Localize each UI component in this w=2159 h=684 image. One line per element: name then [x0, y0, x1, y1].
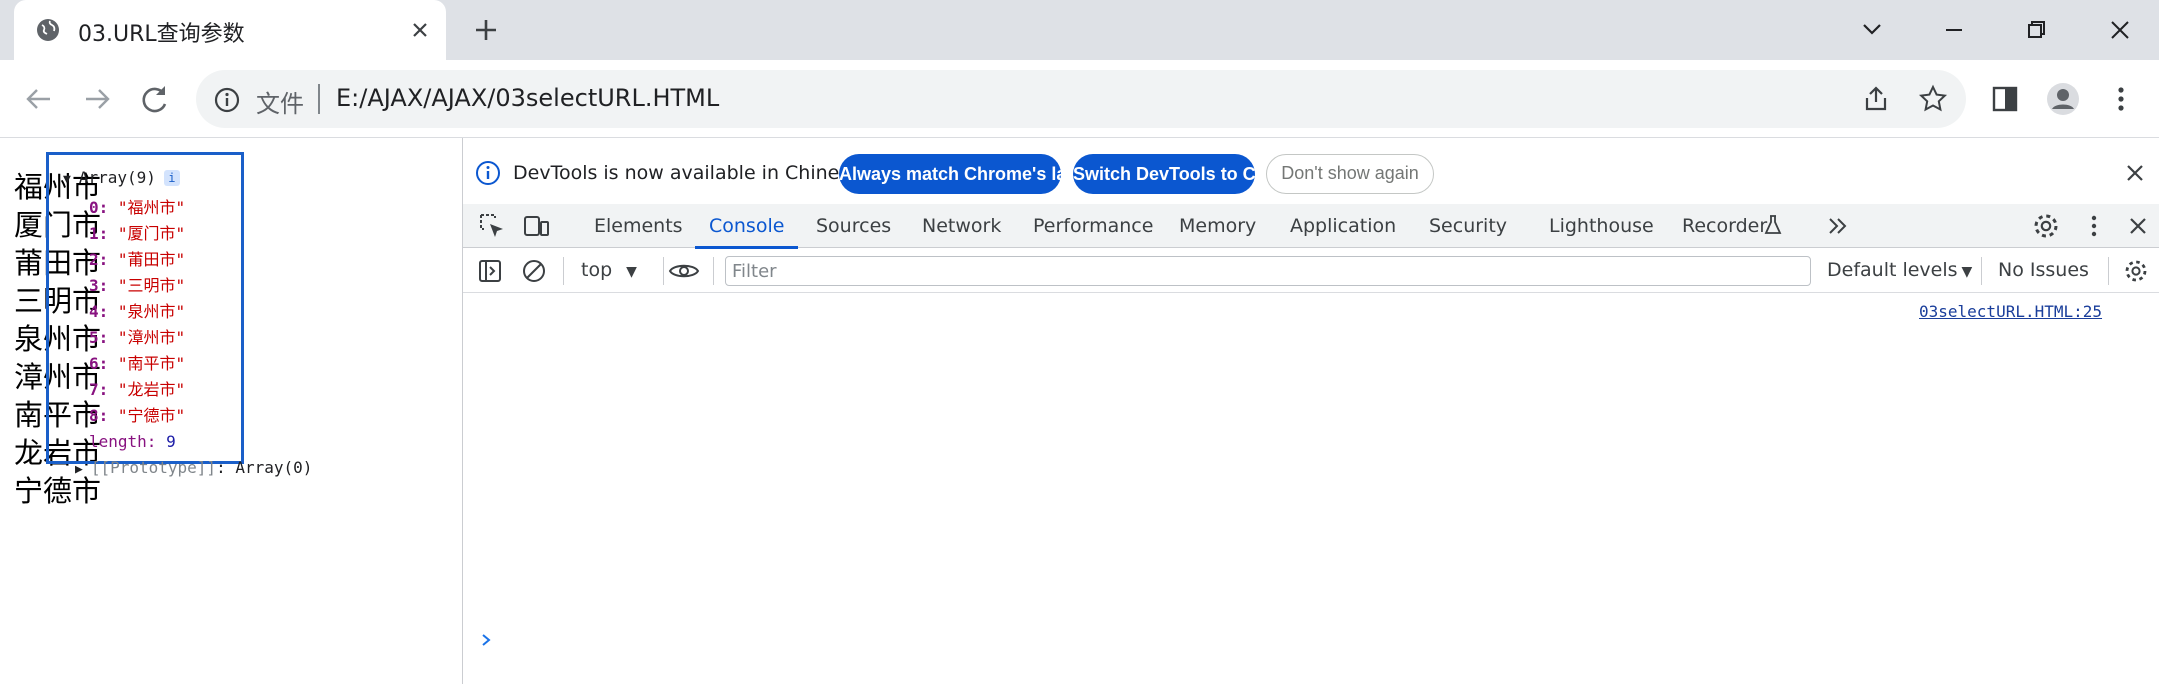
- tab-strip: 03.URL查询参数: [0, 0, 2159, 60]
- tab-lighthouse[interactable]: Lighthouse: [1549, 204, 1654, 248]
- omnibox-separator: [318, 84, 320, 114]
- console-toolbar: top▼ Default levels▼ No Issues: [463, 249, 2159, 293]
- infobar-message: DevTools is now available in Chinese!: [513, 162, 869, 184]
- flask-icon: [1764, 215, 1782, 234]
- toolbar-divider: [1981, 257, 1982, 285]
- url-scheme-label: 文件: [256, 90, 304, 118]
- prototype-row[interactable]: ▶ [[Prototype]]: Array(0): [75, 455, 312, 481]
- array-entry: 3: "三明市": [89, 276, 186, 295]
- tab-sources[interactable]: Sources: [816, 204, 891, 248]
- toolbar-divider: [563, 257, 564, 285]
- restore-icon[interactable]: [2016, 12, 2056, 48]
- dropdown-arrow-icon: ▼: [626, 264, 637, 280]
- forward-icon[interactable]: [78, 80, 116, 118]
- close-infobar-icon[interactable]: [2123, 161, 2147, 185]
- always-match-language-button[interactable]: Always match Chrome's language: [839, 154, 1130, 194]
- inspect-element-icon[interactable]: [477, 211, 507, 241]
- toolbar-divider: [663, 257, 664, 285]
- tab-search-chevron-icon[interactable]: [1852, 12, 1892, 48]
- array-entry: 6: "南平市": [89, 354, 186, 373]
- array-entry: 1: "厦门市": [89, 224, 186, 243]
- context-value: top: [581, 259, 613, 281]
- browser-toolbar: 文件 E:/AJAX/AJAX/03selectURL.HTML: [0, 60, 2159, 138]
- dropdown-arrow-icon: ▼: [1961, 264, 1973, 280]
- profile-avatar-icon[interactable]: [2046, 82, 2080, 116]
- bookmark-star-icon[interactable]: [1918, 84, 1948, 114]
- reload-icon[interactable]: [136, 80, 174, 118]
- url-text[interactable]: E:/AJAX/AJAX/03selectURL.HTML: [336, 84, 719, 112]
- tab-console[interactable]: Console: [694, 204, 799, 249]
- highlighted-array-box: ▼ Array(9) i 0: "福州市" 1: "厦门市" 2: "莆田市" 3:…: [46, 152, 312, 477]
- tab-security[interactable]: Security: [1429, 204, 1507, 248]
- show-sidebar-icon[interactable]: [477, 258, 503, 284]
- issues-counter[interactable]: No Issues: [1998, 259, 2089, 281]
- levels-value: Default levels: [1827, 259, 1958, 281]
- context-selector[interactable]: top ▼: [581, 259, 637, 281]
- array-entry: 0: "福州市": [89, 198, 186, 217]
- live-expression-eye-icon[interactable]: [667, 258, 701, 284]
- clear-console-icon[interactable]: [521, 258, 547, 284]
- console-prompt-chevron-icon[interactable]: [478, 632, 494, 648]
- array-length-row: length: 9: [89, 432, 176, 451]
- settings-gear-icon[interactable]: [2031, 211, 2061, 241]
- tab-network[interactable]: Network: [922, 204, 1001, 248]
- globe-icon: [37, 19, 59, 41]
- close-devtools-icon[interactable]: [2123, 211, 2153, 241]
- back-icon[interactable]: [20, 80, 58, 118]
- array-entry: 8: "宁德市": [89, 406, 186, 425]
- log-levels-dropdown[interactable]: Default levels ▼: [1827, 259, 1972, 281]
- tab-elements[interactable]: Elements: [594, 204, 683, 248]
- console-output: 03selectURL.HTML:25 ▼ Array(9) i 0: "福州市" …: [46, 152, 2159, 684]
- tab-application[interactable]: Application: [1290, 204, 1396, 248]
- array-entry: 7: "龙岩市": [89, 380, 186, 399]
- devtools-tab-bar: Elements Console Sources Network Perform…: [463, 204, 2159, 249]
- info-icon: [476, 161, 500, 185]
- tab-memory[interactable]: Memory: [1179, 204, 1256, 248]
- share-icon[interactable]: [1861, 84, 1891, 114]
- info-badge[interactable]: i: [163, 170, 180, 186]
- more-tabs-chevron-icon[interactable]: [1823, 211, 1853, 241]
- expand-triangle-icon[interactable]: ▼: [63, 172, 71, 187]
- new-tab-icon[interactable]: [470, 14, 502, 46]
- close-window-icon[interactable]: [2100, 12, 2140, 48]
- language-infobar: DevTools is now available in Chinese! Al…: [463, 152, 2159, 194]
- switch-to-chinese-button[interactable]: Switch DevTools to Chinese: [1073, 154, 1313, 194]
- toolbar-divider: [713, 257, 714, 285]
- devtools-menu-icon[interactable]: [2079, 211, 2109, 241]
- tab-performance[interactable]: Performance: [1033, 204, 1153, 248]
- address-bar[interactable]: 文件 E:/AJAX/AJAX/03selectURL.HTML: [196, 70, 1966, 128]
- array-label: Array(9): [78, 168, 156, 187]
- collapse-triangle-icon[interactable]: ▶: [75, 462, 83, 477]
- device-toolbar-icon[interactable]: [521, 211, 551, 241]
- dont-show-again-button[interactable]: Don't show again: [1266, 154, 1434, 194]
- array-entries: 0: "福州市" 1: "厦门市" 2: "莆田市" 3: "三明市" 4: "…: [89, 195, 185, 429]
- tab-title: 03.URL查询参数: [78, 22, 245, 47]
- array-entry: 4: "泉州市": [89, 302, 186, 321]
- array-entry: 5: "漳州市": [89, 328, 186, 347]
- toolbar-divider: [2108, 257, 2109, 285]
- site-info-icon[interactable]: [214, 87, 240, 113]
- browser-tab[interactable]: 03.URL查询参数: [14, 0, 446, 60]
- close-tab-icon[interactable]: [406, 16, 434, 44]
- devtools-panel: DevTools is now available in Chinese! Al…: [46, 138, 2159, 684]
- console-settings-gear-icon[interactable]: [2123, 258, 2149, 284]
- array-entry: 2: "莆田市": [89, 250, 186, 269]
- chrome-menu-icon[interactable]: [2104, 82, 2138, 116]
- array-header[interactable]: ▼ Array(9) i: [63, 168, 180, 187]
- tab-recorder[interactable]: Recorder: [1682, 204, 1767, 248]
- side-panel-icon[interactable]: [1988, 82, 2022, 116]
- minimize-icon[interactable]: [1934, 12, 1974, 48]
- filter-input[interactable]: [725, 256, 1811, 286]
- log-source-link[interactable]: 03selectURL.HTML:25: [1919, 302, 2102, 321]
